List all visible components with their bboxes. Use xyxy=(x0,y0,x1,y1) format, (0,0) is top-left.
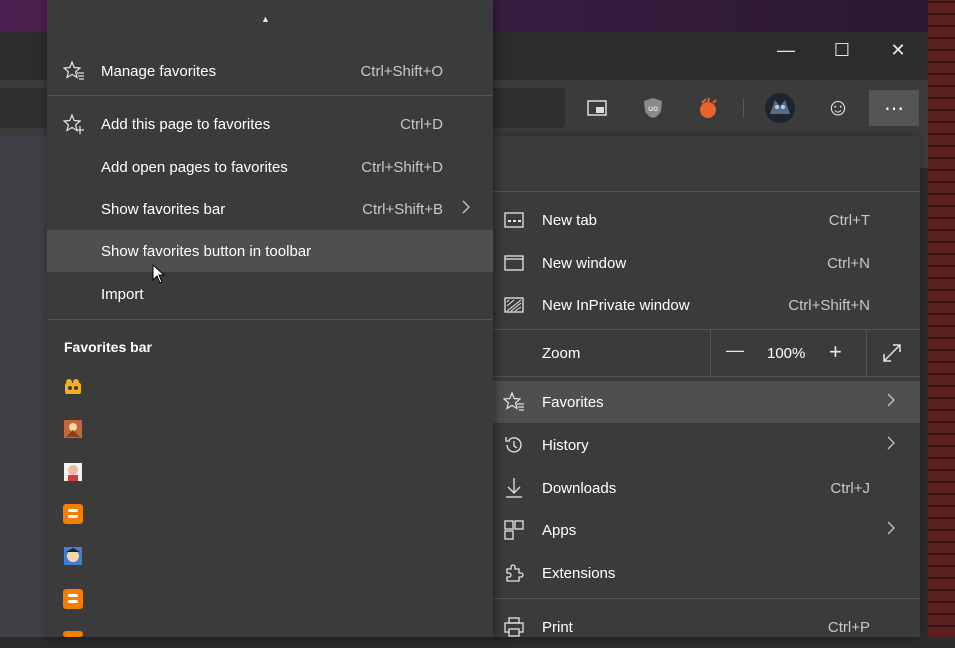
settings-more-button[interactable]: ⋯ xyxy=(869,90,919,126)
chevron-right-icon xyxy=(886,521,896,539)
zoom-out-button[interactable]: — xyxy=(726,340,744,361)
star-list-icon xyxy=(63,60,85,82)
zoom-divider xyxy=(710,330,711,376)
menu-separator xyxy=(493,191,920,192)
menu-item-add-page-to-favorites[interactable]: Add this page to favorites Ctrl+D xyxy=(47,103,493,145)
favorites-submenu: ▲ Manage favorites Ctrl+Shift+O Add this… xyxy=(47,0,493,637)
menu-item-shortcut: Ctrl+P xyxy=(827,618,870,636)
fullscreen-icon[interactable] xyxy=(881,342,903,368)
desktop-wallpaper-brick xyxy=(928,0,955,637)
more-icon: ⋯ xyxy=(884,97,904,120)
menu-item-shortcut: Ctrl+D xyxy=(400,115,443,133)
menu-item-label: Import xyxy=(101,285,144,303)
menu-item-show-favorites-bar[interactable]: Show favorites bar Ctrl+Shift+B xyxy=(47,188,493,230)
menu-separator xyxy=(493,376,920,377)
menu-item-label: New InPrivate window xyxy=(542,296,690,314)
menu-item-favorites[interactable]: Favorites xyxy=(493,381,920,423)
ublock-origin-icon[interactable]: uo xyxy=(635,90,671,126)
inprivate-icon xyxy=(503,294,525,316)
menu-item-label: Add open pages to favorites xyxy=(101,158,288,176)
history-icon xyxy=(503,434,525,456)
menu-item-new-inprivate-window[interactable]: New InPrivate window Ctrl+Shift+N xyxy=(493,284,920,326)
menu-item-show-favorites-button[interactable]: Show favorites button in toolbar xyxy=(47,230,493,272)
menu-item-extensions[interactable]: Extensions xyxy=(493,552,920,594)
minimize-button[interactable]: — xyxy=(758,32,814,68)
toolbar-divider xyxy=(743,98,744,118)
svg-text:uo: uo xyxy=(648,104,658,113)
menu-item-manage-favorites[interactable]: Manage favorites Ctrl+Shift+O xyxy=(47,50,493,92)
favorites-icon xyxy=(503,391,525,413)
menu-separator xyxy=(47,95,493,96)
zoom-row: Zoom — 100% + xyxy=(493,330,920,376)
menu-item-shortcut: Ctrl+T xyxy=(828,211,870,229)
zoom-divider xyxy=(866,330,867,376)
download-icon xyxy=(503,477,525,499)
feedback-emoji-icon[interactable]: ☺ xyxy=(820,90,856,126)
menu-item-print[interactable]: Print Ctrl+P xyxy=(493,606,920,648)
favorite-entry-icon-partial[interactable] xyxy=(63,631,83,637)
zoom-level-value: 100% xyxy=(767,345,806,362)
mouse-cursor-icon xyxy=(152,263,166,289)
caret-up-icon: ▲ xyxy=(261,14,270,24)
menu-item-history[interactable]: History xyxy=(493,424,920,466)
menu-item-shortcut: Ctrl+Shift+D xyxy=(361,158,443,176)
menu-item-shortcut: Ctrl+Shift+B xyxy=(362,200,443,218)
favorite-entry-icon-1[interactable] xyxy=(63,377,83,397)
new-window-icon xyxy=(503,252,525,274)
close-window-button[interactable]: ✕ xyxy=(870,32,926,68)
new-tab-icon xyxy=(503,209,525,231)
chevron-right-icon xyxy=(886,393,896,411)
menu-item-label: History xyxy=(542,436,589,454)
menu-item-shortcut: Ctrl+Shift+N xyxy=(788,296,870,314)
close-icon: ✕ xyxy=(890,39,906,60)
menu-item-import[interactable]: Import xyxy=(47,273,493,315)
maximize-button[interactable]: ☐ xyxy=(814,32,870,68)
menu-item-label: Manage favorites xyxy=(101,62,217,80)
menu-item-shortcut: Ctrl+J xyxy=(830,479,870,497)
menu-item-new-window[interactable]: New window Ctrl+N xyxy=(493,242,920,284)
menu-item-downloads[interactable]: Downloads Ctrl+J xyxy=(493,467,920,509)
menu-item-shortcut: Ctrl+N xyxy=(827,254,870,272)
print-icon xyxy=(503,616,525,638)
menu-item-label: Favorites xyxy=(542,393,604,411)
extension-orange-icon[interactable] xyxy=(690,90,726,126)
maximize-icon: ☐ xyxy=(833,39,851,60)
minimize-icon: — xyxy=(777,39,795,60)
menu-item-new-tab[interactable]: New tab Ctrl+T xyxy=(493,199,920,241)
zoom-label: Zoom xyxy=(542,345,581,362)
zoom-in-button[interactable]: + xyxy=(829,339,842,365)
picture-in-picture-icon[interactable] xyxy=(579,90,615,126)
menu-separator xyxy=(493,598,920,599)
scroll-up-button[interactable]: ▲ xyxy=(261,14,270,24)
settings-menu: New tab Ctrl+T New window Ctrl+N New InP… xyxy=(493,136,920,637)
menu-separator xyxy=(47,319,493,320)
blogger-icon[interactable] xyxy=(63,589,83,609)
menu-item-shortcut: Ctrl+Shift+O xyxy=(360,62,443,80)
menu-item-label: New tab xyxy=(542,211,598,229)
page-content-area xyxy=(0,136,47,637)
menu-item-label: Downloads xyxy=(542,479,617,497)
menu-item-label: Add this page to favorites xyxy=(101,115,271,133)
menu-item-label: Apps xyxy=(542,521,577,539)
favorite-entry-icon-3[interactable] xyxy=(63,462,83,482)
menu-item-label: Show favorites bar xyxy=(101,200,226,218)
favorite-entry-icon-5[interactable] xyxy=(63,546,83,566)
star-add-icon xyxy=(63,113,85,135)
chevron-right-icon xyxy=(886,436,896,454)
menu-item-label: Show favorites button in toolbar xyxy=(101,242,312,260)
apps-icon xyxy=(503,519,525,541)
menu-item-label: New window xyxy=(542,254,627,272)
blogger-icon[interactable] xyxy=(63,504,83,524)
extensions-icon xyxy=(503,562,525,584)
menu-item-label: Extensions xyxy=(542,564,616,582)
menu-item-apps[interactable]: Apps xyxy=(493,509,920,551)
menu-item-add-open-pages[interactable]: Add open pages to favorites Ctrl+Shift+D xyxy=(47,146,493,188)
favorites-bar-section-header: Favorites bar xyxy=(64,339,152,355)
chevron-right-icon xyxy=(461,200,471,218)
favorite-entry-icon-2[interactable] xyxy=(63,419,83,439)
emoji-glyph: ☺ xyxy=(825,94,851,121)
menu-item-label: Print xyxy=(542,618,573,636)
profile-avatar[interactable] xyxy=(762,90,798,126)
